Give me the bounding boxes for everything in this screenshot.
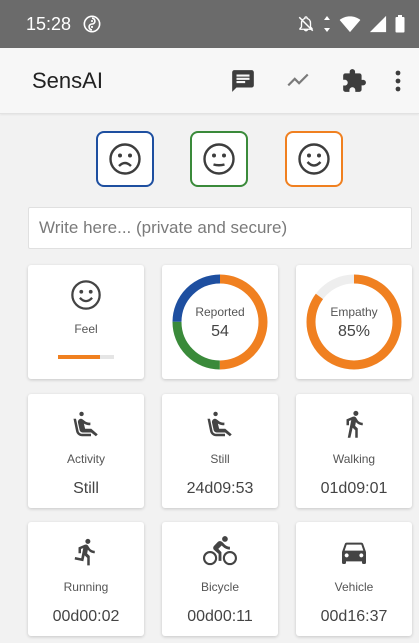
activity-value: Still: [73, 480, 99, 497]
data-arrows-icon: [324, 16, 330, 32]
feel-label: Feel: [74, 322, 98, 336]
car-icon: [342, 542, 366, 564]
app-notification-icon: [83, 15, 101, 33]
vehicle-value: 00d16:37: [320, 608, 388, 625]
activity-label: Activity: [66, 452, 105, 466]
walking-value: 01d09:01: [320, 480, 388, 497]
trending-icon: [287, 73, 309, 87]
mute-icon: [298, 16, 314, 32]
mood-happy-button[interactable]: [285, 131, 343, 187]
plugins-button[interactable]: [340, 67, 368, 95]
running-person-icon: [74, 538, 95, 566]
smile-icon: [71, 280, 101, 310]
seated-person-icon: [73, 411, 98, 437]
vehicle-label: Vehicle: [334, 580, 374, 594]
wifi-icon: [339, 16, 361, 33]
app-title: SensAI: [32, 67, 103, 93]
status-bar: 15:28: [0, 0, 419, 48]
reported-value: 54: [211, 323, 229, 340]
neutral-face-icon: [203, 143, 235, 175]
empathy-donut: [306, 274, 402, 370]
status-time: 15:28: [26, 13, 72, 34]
reported-card[interactable]: Reported 54: [162, 265, 278, 379]
battery-icon: [395, 15, 405, 33]
more-vert-icon: [395, 70, 401, 92]
journal-input[interactable]: [28, 207, 412, 249]
still-card[interactable]: Still 24d09:53: [162, 394, 278, 508]
mood-sad-button[interactable]: [96, 131, 154, 187]
walking-card[interactable]: Walking 01d09:01: [296, 394, 412, 508]
feel-progress-track: [58, 355, 114, 359]
running-label: Running: [63, 580, 109, 594]
happy-face-icon: [298, 143, 330, 175]
bicycle-card[interactable]: Bicycle 00d00:11: [162, 522, 278, 636]
reported-label: Reported: [195, 305, 245, 319]
bicycle-value: 00d00:11: [187, 608, 253, 625]
running-card[interactable]: Running 00d00:02: [28, 522, 144, 636]
reported-donut: [172, 274, 268, 370]
feel-card[interactable]: Feel: [28, 265, 144, 379]
message-button[interactable]: [229, 67, 257, 95]
vehicle-card[interactable]: Vehicle 00d16:37: [296, 522, 412, 636]
walking-person-icon: [346, 410, 363, 438]
seated-person-icon: [207, 411, 232, 437]
activity-card[interactable]: Activity Still: [28, 394, 144, 508]
more-options-button[interactable]: [388, 67, 408, 95]
mood-neutral-button[interactable]: [190, 131, 248, 187]
trends-button[interactable]: [284, 67, 312, 95]
running-value: 00d00:02: [52, 608, 120, 625]
empathy-label: Empathy: [330, 305, 378, 319]
walking-label: Walking: [332, 452, 376, 466]
empathy-card[interactable]: Empathy 85%: [296, 265, 412, 379]
puzzle-icon: [343, 69, 366, 92]
still-value: 24d09:53: [186, 480, 254, 497]
sad-face-icon: [109, 143, 141, 175]
bicycle-label: Bicycle: [200, 580, 239, 594]
empathy-value: 85%: [337, 323, 371, 340]
message-icon: [232, 70, 254, 92]
still-label: Still: [210, 452, 230, 466]
feel-progress-fill: [58, 355, 100, 359]
bicycle-icon: [203, 536, 237, 566]
signal-icon: [369, 15, 387, 33]
